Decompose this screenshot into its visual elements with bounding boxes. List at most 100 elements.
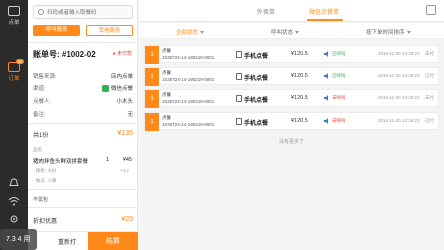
search-box[interactable] bbox=[33, 5, 133, 19]
pay-tag: 未付 bbox=[425, 51, 434, 56]
filter-sort[interactable]: 按下单时间排序 bbox=[366, 28, 411, 36]
toast-message: 7.3 4 用 bbox=[0, 229, 37, 250]
phone-icon bbox=[236, 73, 242, 80]
order-panel: 呼叫服务 其他服务 账单号: #1002-02 ● 未付款 销售来源: 店内点单… bbox=[28, 0, 138, 250]
pack-option[interactable]: 不需包 bbox=[33, 196, 48, 203]
pay-tag: 已付 bbox=[425, 73, 434, 78]
order-channel: 手机点餐 bbox=[244, 98, 269, 104]
other-service-button[interactable]: 其他服务 bbox=[86, 25, 133, 36]
order-type-label: 点餐 bbox=[162, 92, 171, 97]
order-index: 1 bbox=[145, 113, 159, 131]
call-status: 未呼叫 bbox=[332, 95, 346, 100]
order-number: 账单号: #1002-02 bbox=[33, 50, 96, 59]
speaker-icon[interactable] bbox=[324, 95, 330, 101]
order-card[interactable]: 1 点餐 JS30724-14-190219-0001 手机点餐 ¥120.5 未呼叫 20… bbox=[144, 112, 439, 131]
order-card[interactable]: 1 点餐 JS30724-14-190219-0001 手机点餐 ¥120.5 已呼叫 20… bbox=[144, 45, 439, 64]
filter-call-status[interactable]: 呼叫状态 bbox=[271, 28, 300, 36]
nav-item-orders[interactable]: 36 订单 bbox=[0, 59, 28, 82]
item-name: 猪肉拌鱼头鲜双拼套餐 bbox=[33, 159, 89, 165]
info-channel: 渠道: 微信点餐 bbox=[33, 84, 133, 93]
call-service-button[interactable]: 呼叫服务 bbox=[33, 25, 80, 36]
checkout-button[interactable]: 结算 bbox=[88, 232, 138, 250]
filter-label: 呼叫状态 bbox=[271, 30, 294, 36]
main-area: 外卖单 微信点餐单 全部状态 呼叫状态 按下单时间排序 1 点餐 JS30724-1… bbox=[139, 0, 444, 250]
order-time: 2016-11-30 13:26:23 bbox=[378, 73, 420, 78]
summary-amount: ¥135 bbox=[117, 130, 133, 137]
order-price: ¥120.5 bbox=[291, 51, 308, 57]
order-price: ¥120.5 bbox=[291, 73, 308, 79]
phone-icon bbox=[236, 95, 242, 102]
tab-wechat-orders[interactable]: 微信点餐单 bbox=[309, 7, 339, 16]
checkout-bar: 重新打 结算 bbox=[28, 231, 138, 250]
wifi-icon[interactable] bbox=[8, 196, 20, 206]
item-header: 品名 bbox=[33, 147, 42, 152]
info-orderer: 点餐人: 小木头 bbox=[33, 97, 133, 105]
discount-amount: ¥20 bbox=[121, 216, 133, 223]
nav-badge: 36 bbox=[15, 59, 24, 64]
close-icon[interactable] bbox=[426, 5, 436, 15]
info-label: 备注: bbox=[33, 112, 46, 118]
order-code: JS30724-14-190219-0001 bbox=[162, 99, 215, 104]
order-time: 2016-11-30 13:26:23 bbox=[378, 118, 420, 123]
nav-label: 订单 bbox=[8, 76, 20, 82]
pay-tag: 未付 bbox=[425, 95, 434, 100]
order-type-label: 点餐 bbox=[162, 70, 171, 75]
tab-bar: 外卖单 微信点餐单 bbox=[139, 0, 444, 22]
order-code: JS30724-14-190219-0001 bbox=[162, 55, 215, 60]
order-channel: 手机点餐 bbox=[244, 76, 269, 82]
speaker-icon[interactable] bbox=[324, 51, 330, 57]
payment-status: ● 未付款 bbox=[112, 51, 132, 57]
divider bbox=[28, 123, 138, 124]
discount-label: 折扣优惠 bbox=[33, 219, 58, 225]
call-status: 已呼叫 bbox=[332, 73, 346, 78]
channel-text: 微信点餐 bbox=[110, 86, 133, 92]
info-label: 点餐人: bbox=[33, 99, 52, 105]
divider bbox=[28, 42, 138, 43]
speaker-icon[interactable] bbox=[324, 73, 330, 79]
filter-status[interactable]: 全部状态 bbox=[176, 28, 205, 36]
speaker-icon[interactable] bbox=[324, 118, 330, 124]
menu-icon bbox=[8, 6, 20, 16]
tab-takeout[interactable]: 外卖单 bbox=[257, 7, 275, 16]
call-status: 未呼叫 bbox=[332, 118, 346, 123]
nav-label: 点单 bbox=[8, 20, 20, 26]
chevron-down-icon bbox=[295, 31, 300, 35]
info-value: 店内点单 bbox=[110, 74, 133, 80]
order-type-label: 点餐 bbox=[162, 48, 171, 53]
pay-tag: 已付 bbox=[425, 118, 434, 123]
summary-row: 共1份 ¥135 bbox=[33, 130, 133, 139]
wechat-icon bbox=[101, 85, 109, 93]
settings-icon[interactable] bbox=[8, 214, 20, 224]
order-index: 1 bbox=[145, 46, 159, 64]
info-value: 小木头 bbox=[116, 99, 133, 105]
item-method: - 做法: 少辣 bbox=[33, 178, 57, 183]
order-time: 2016-11-30 13:26:23 bbox=[378, 95, 420, 100]
filter-bar: 全部状态 呼叫状态 按下单时间排序 bbox=[139, 23, 444, 39]
filter-label: 全部状态 bbox=[176, 30, 199, 36]
service-buttons: 呼叫服务 其他服务 bbox=[33, 25, 133, 36]
info-value: 微信点餐 bbox=[101, 84, 133, 93]
filter-label: 按下单时间排序 bbox=[366, 30, 405, 36]
order-channel: 手机点餐 bbox=[244, 54, 269, 60]
item-spec-price: +4.2 bbox=[120, 168, 129, 173]
summary-label: 共1份 bbox=[33, 133, 49, 139]
order-code: JS30724-14-190219-0001 bbox=[162, 77, 215, 82]
bell-icon[interactable] bbox=[8, 178, 20, 188]
order-price: ¥120.5 bbox=[291, 118, 308, 124]
info-label: 销售来源: bbox=[33, 74, 57, 80]
order-index: 1 bbox=[145, 90, 159, 108]
nav-item-order-dishes[interactable]: 点单 bbox=[0, 6, 28, 26]
order-channel: 手机点餐 bbox=[244, 121, 269, 127]
info-note: 备注: 无 bbox=[33, 110, 133, 118]
order-card[interactable]: 1 点餐 JS30724-14-190219-0001 手机点餐 ¥120.5 已呼叫 20… bbox=[144, 67, 439, 86]
chevron-down-icon bbox=[406, 31, 411, 35]
search-icon bbox=[38, 9, 44, 15]
search-input[interactable] bbox=[47, 7, 131, 18]
order-card[interactable]: 1 点餐 JS30724-14-190219-0001 手机点餐 ¥120.5 未呼叫 20… bbox=[144, 89, 439, 108]
item-price: ¥45 bbox=[122, 157, 132, 163]
call-status: 已呼叫 bbox=[332, 51, 346, 56]
active-tab-indicator bbox=[307, 19, 343, 21]
reprint-button[interactable]: 重新打 bbox=[58, 237, 76, 246]
order-index: 1 bbox=[145, 68, 159, 86]
item-spec: - 规格: 大份 bbox=[33, 168, 57, 173]
